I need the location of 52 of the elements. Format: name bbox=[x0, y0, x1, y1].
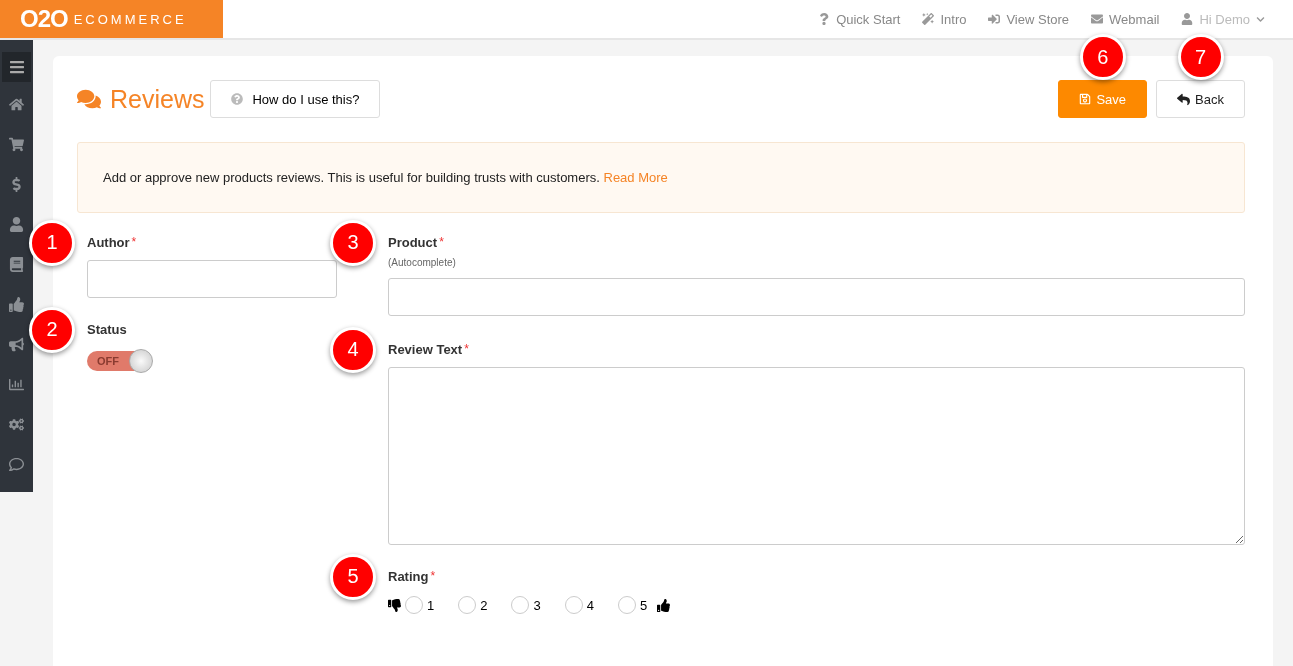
required-asterisk: * bbox=[131, 235, 137, 249]
page-title: Reviews bbox=[77, 84, 205, 114]
field-label: Status bbox=[87, 322, 127, 337]
bar-chart-icon[interactable] bbox=[9, 376, 24, 392]
question-icon bbox=[231, 93, 244, 105]
field-label: Product bbox=[388, 235, 438, 250]
envelope-icon bbox=[1091, 13, 1104, 25]
callout-badge: 1 bbox=[29, 219, 75, 266]
thumbs-up-icon[interactable] bbox=[9, 296, 24, 312]
brand-logo[interactable]: O2O ECOMMERCE bbox=[0, 0, 223, 38]
callout-badge: 6 bbox=[1079, 34, 1126, 80]
thumbs-up-icon bbox=[657, 598, 671, 612]
radio-label: 1 bbox=[427, 597, 435, 613]
wand-icon bbox=[922, 13, 935, 25]
radio-label: 4 bbox=[586, 597, 594, 613]
book-icon[interactable] bbox=[9, 256, 24, 272]
product-input[interactable] bbox=[388, 278, 1245, 316]
required-asterisk: * bbox=[464, 342, 469, 356]
info-banner: Add or approve new products reviews. This is useful for building trusts with customers. Read More bbox=[77, 142, 1245, 213]
nav-link[interactable]: Intro bbox=[922, 11, 967, 27]
callout-badge: 2 bbox=[29, 306, 75, 353]
required-asterisk: * bbox=[439, 235, 444, 249]
nav-link[interactable]: View Store bbox=[988, 11, 1070, 27]
nav-link[interactable]: Webmail bbox=[1091, 11, 1160, 27]
menu-icon bbox=[8, 59, 25, 75]
user-icon bbox=[1181, 13, 1194, 25]
home-icon[interactable] bbox=[9, 96, 24, 112]
thumbs-down-icon bbox=[388, 598, 401, 612]
field-hint: (Autocomplete) bbox=[388, 257, 457, 268]
field-label: Review Text bbox=[388, 342, 463, 357]
radio-label: 2 bbox=[480, 597, 488, 613]
nav-link[interactable]: Quick Start bbox=[818, 11, 901, 27]
field-label: Rating bbox=[388, 569, 429, 584]
speech-bubbles-icon bbox=[77, 87, 101, 111]
required-asterisk: * bbox=[430, 569, 436, 583]
megaphone-icon[interactable] bbox=[9, 336, 24, 352]
speech-bubble-icon[interactable] bbox=[9, 456, 24, 472]
radio-label: 3 bbox=[533, 597, 541, 613]
field-label: Author bbox=[87, 235, 130, 250]
menu-button[interactable] bbox=[2, 52, 31, 82]
callout-badge: 7 bbox=[1177, 34, 1224, 80]
sign-in-icon bbox=[988, 13, 1001, 25]
gears-icon[interactable] bbox=[9, 416, 24, 432]
help-button[interactable]: How do I use this? bbox=[210, 80, 381, 118]
user-icon[interactable] bbox=[9, 216, 24, 232]
question-icon bbox=[818, 13, 831, 25]
radio-label: 5 bbox=[639, 597, 648, 613]
cart-icon[interactable] bbox=[9, 136, 24, 152]
author-input[interactable] bbox=[87, 260, 337, 298]
reply-arrow-icon bbox=[1177, 92, 1191, 106]
read-more-link[interactable]: Read More bbox=[603, 170, 668, 185]
nav-link[interactable]: Hi Demo bbox=[1181, 11, 1265, 27]
